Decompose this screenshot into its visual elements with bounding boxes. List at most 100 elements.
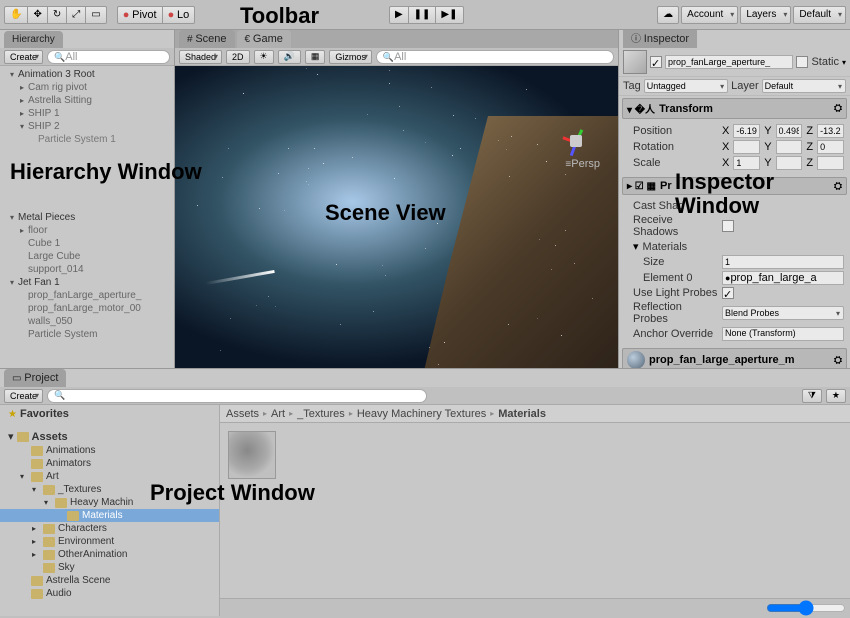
hierarchy-item[interactable]: Particle System xyxy=(0,328,174,341)
audio-toggle[interactable]: 🔊 xyxy=(278,50,301,64)
layout-dropdown[interactable]: Default xyxy=(793,6,846,24)
project-search[interactable]: 🔍 xyxy=(47,389,427,403)
hierarchy-item[interactable]: ▸Cam rig pivot xyxy=(0,81,174,94)
favorites-header[interactable]: ★Favorites xyxy=(0,407,219,421)
mat-elem0[interactable]: ●prop_fan_large_a xyxy=(722,271,844,285)
transform-component[interactable]: ▾ �人 Transform⛭ xyxy=(622,98,847,119)
gizmos-dropdown[interactable]: Gizmos xyxy=(329,50,372,64)
hierarchy-item[interactable]: ▾Jet Fan 1 xyxy=(0,276,174,289)
rot-x[interactable] xyxy=(733,140,760,154)
hierarchy-item[interactable] xyxy=(0,185,174,198)
rect-tool[interactable]: ▭ xyxy=(85,6,106,24)
hierarchy-tree[interactable]: ▾Animation 3 Root▸Cam rig pivot▸Astrella… xyxy=(0,66,174,368)
project-folder[interactable]: Sky xyxy=(0,561,219,574)
project-folder[interactable]: ▾_Textures xyxy=(0,483,219,496)
local-button[interactable]: ● Lo xyxy=(162,6,196,24)
hierarchy-item[interactable]: ▾Metal Pieces xyxy=(0,211,174,224)
hierarchy-item[interactable]: ▾SHIP 2 xyxy=(0,120,174,133)
rot-z[interactable] xyxy=(817,140,844,154)
breadcrumb-item[interactable]: Materials xyxy=(498,408,546,420)
pos-y[interactable] xyxy=(776,124,803,138)
static-checkbox[interactable] xyxy=(796,56,808,68)
inspector-tab[interactable]: ⓘ Inspector xyxy=(623,30,697,48)
pause-button[interactable]: ❚❚ xyxy=(408,6,437,24)
project-tree[interactable]: ★Favorites ▾AssetsAnimationsAnimators▾Ar… xyxy=(0,405,220,616)
project-folder[interactable]: Astrella Scene xyxy=(0,574,219,587)
project-folder[interactable]: Animations xyxy=(0,444,219,457)
project-folder[interactable]: ▾Art xyxy=(0,470,219,483)
account-dropdown[interactable]: Account xyxy=(681,6,738,24)
project-tab[interactable]: ▭ Project xyxy=(4,369,66,387)
filter-icon[interactable]: ⧩ xyxy=(802,389,822,403)
scale-tool[interactable]: ⤢ xyxy=(66,6,86,24)
hierarchy-item[interactable]: walls_050 xyxy=(0,315,174,328)
pos-z[interactable] xyxy=(817,124,844,138)
fx-toggle[interactable]: ▦ xyxy=(305,50,326,64)
scale-x[interactable] xyxy=(733,156,760,170)
project-folder[interactable]: Audio xyxy=(0,587,219,600)
hierarchy-item[interactable]: ▸Astrella Sitting xyxy=(0,94,174,107)
hierarchy-item[interactable] xyxy=(0,146,174,159)
hierarchy-tab[interactable]: Hierarchy xyxy=(4,31,63,48)
project-folder[interactable]: ▸OtherAnimation xyxy=(0,548,219,561)
project-folder[interactable]: ▸Environment xyxy=(0,535,219,548)
breadcrumb-item[interactable]: Heavy Machinery Textures xyxy=(357,408,486,420)
hierarchy-item[interactable]: ▸SHIP 1 xyxy=(0,107,174,120)
hierarchy-item[interactable]: prop_fanLarge_aperture_ xyxy=(0,289,174,302)
rotate-tool[interactable]: ↻ xyxy=(47,6,67,24)
scale-z[interactable] xyxy=(817,156,844,170)
breadcrumb-item[interactable]: _Textures xyxy=(297,408,345,420)
tag-dropdown[interactable]: Untagged xyxy=(644,79,728,93)
assets-grid[interactable] xyxy=(220,423,850,598)
hierarchy-item[interactable]: Large Cube xyxy=(0,250,174,263)
object-name-field[interactable] xyxy=(665,55,793,69)
hierarchy-item[interactable]: support_014 xyxy=(0,263,174,276)
project-folder[interactable]: Materials xyxy=(0,509,219,522)
project-folder[interactable]: ▾Assets xyxy=(0,429,219,444)
scale-y[interactable] xyxy=(776,156,803,170)
scene-tab[interactable]: # Scene xyxy=(179,30,235,48)
hierarchy-item[interactable]: ▸floor xyxy=(0,224,174,237)
move-tool[interactable]: ✥ xyxy=(27,6,47,24)
layers-dropdown[interactable]: Layers xyxy=(740,6,791,24)
project-folder[interactable]: ▾Heavy Machin xyxy=(0,496,219,509)
thumbnail-size-slider[interactable] xyxy=(766,601,846,615)
project-folder[interactable]: Animators xyxy=(0,457,219,470)
object-active-checkbox[interactable]: ✓ xyxy=(650,56,662,68)
play-button[interactable]: ▶ xyxy=(389,6,409,24)
star-filter-icon[interactable]: ★ xyxy=(826,389,846,403)
scene-search[interactable]: 🔍All xyxy=(376,50,614,64)
hierarchy-item[interactable]: Cube 1 xyxy=(0,237,174,250)
layer-dropdown[interactable]: Default xyxy=(762,79,846,93)
mat-size[interactable] xyxy=(722,255,844,269)
refl-probes-dropdown[interactable]: Blend Probes xyxy=(722,306,844,320)
breadcrumb-item[interactable]: Assets xyxy=(226,408,259,420)
hierarchy-item[interactable]: prop_fanLarge_motor_00 xyxy=(0,302,174,315)
orientation-gizmo[interactable] xyxy=(556,121,596,161)
shading-dropdown[interactable]: Shaded xyxy=(179,50,222,64)
breadcrumb-item[interactable]: Art xyxy=(271,408,285,420)
hierarchy-item[interactable] xyxy=(0,172,174,185)
hierarchy-search[interactable]: 🔍All xyxy=(47,50,170,64)
cloud-button[interactable]: ☁ xyxy=(657,6,679,24)
pos-x[interactable] xyxy=(733,124,760,138)
lighting-toggle[interactable]: ☀ xyxy=(254,50,274,64)
recv-shadows-checkbox[interactable] xyxy=(722,220,734,232)
pivot-button[interactable]: ● Pivot xyxy=(117,6,163,24)
rot-y[interactable] xyxy=(776,140,803,154)
breadcrumb[interactable]: Assets▸Art▸_Textures▸Heavy Machinery Tex… xyxy=(220,405,850,423)
hand-tool[interactable]: ✋ xyxy=(4,6,28,24)
hierarchy-create[interactable]: Create xyxy=(4,50,43,64)
anchor-field[interactable]: None (Transform) xyxy=(722,327,844,341)
renderer-component[interactable]: ▸ ☑ ▦ Pr⛭ xyxy=(622,177,847,195)
step-button[interactable]: ▶❚ xyxy=(435,6,463,24)
hierarchy-item[interactable]: Particle System 1 xyxy=(0,133,174,146)
hierarchy-item[interactable]: ▾Animation 3 Root xyxy=(0,68,174,81)
hierarchy-item[interactable] xyxy=(0,198,174,211)
game-tab[interactable]: € Game xyxy=(237,30,291,48)
mode-2d[interactable]: 2D xyxy=(226,50,250,64)
hierarchy-item[interactable] xyxy=(0,159,174,172)
project-create[interactable]: Create xyxy=(4,389,43,403)
project-folder[interactable]: ▸Characters xyxy=(0,522,219,535)
light-probes-checkbox[interactable]: ✓ xyxy=(722,287,734,299)
